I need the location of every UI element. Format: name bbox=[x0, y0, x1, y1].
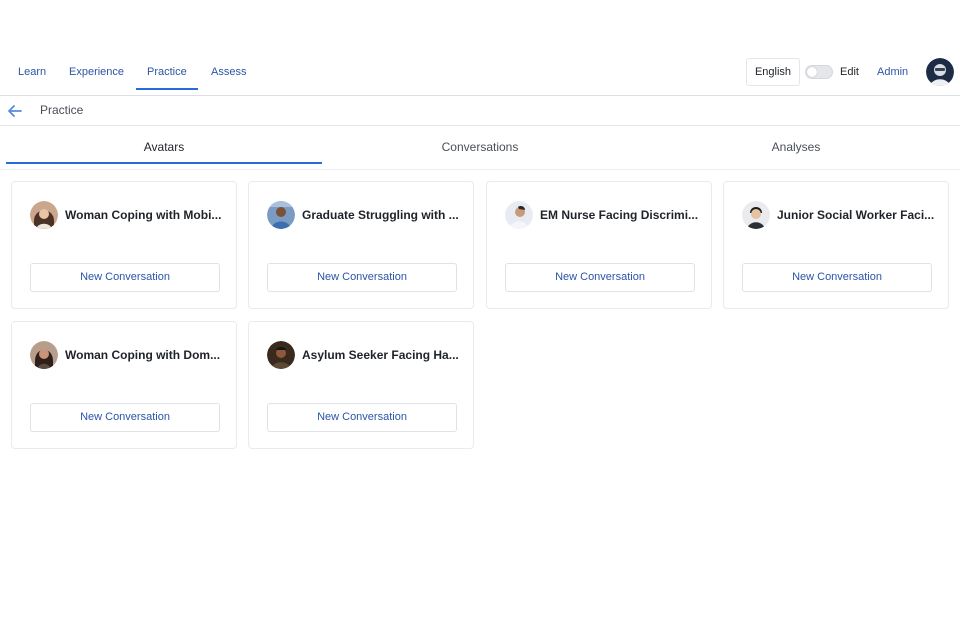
tab-bar: Avatars Conversations Analyses bbox=[0, 126, 960, 170]
admin-link[interactable]: Admin bbox=[877, 52, 908, 92]
avatar-card: Asylum Seeker Facing Ha... New Conversat… bbox=[248, 321, 474, 449]
nav-practice[interactable]: Practice bbox=[136, 52, 198, 90]
edit-toggle[interactable] bbox=[805, 65, 833, 79]
user-avatar[interactable] bbox=[926, 58, 954, 86]
avatar bbox=[30, 341, 58, 369]
tab-analyses[interactable]: Analyses bbox=[638, 126, 954, 164]
nav-experience[interactable]: Experience bbox=[69, 52, 124, 90]
avatar-card: Junior Social Worker Faci... New Convers… bbox=[723, 181, 949, 309]
edit-label: Edit bbox=[840, 66, 859, 78]
avatar-card: Woman Coping with Mobi... New Conversati… bbox=[11, 181, 237, 309]
avatar-name: Graduate Struggling with ... bbox=[302, 208, 459, 222]
tab-conversations[interactable]: Conversations bbox=[322, 126, 638, 164]
avatar-name: Junior Social Worker Faci... bbox=[777, 208, 935, 222]
avatar-card: Woman Coping with Dom... New Conversatio… bbox=[11, 321, 237, 449]
language-selector[interactable]: English bbox=[746, 58, 800, 86]
avatar-name: EM Nurse Facing Discrimi... bbox=[540, 208, 699, 222]
new-conversation-button[interactable]: New Conversation bbox=[30, 263, 220, 292]
top-navigation: Learn Experience Practice Assess English… bbox=[0, 52, 960, 96]
avatar bbox=[30, 201, 58, 229]
page-title: Practice bbox=[40, 103, 84, 117]
new-conversation-button[interactable]: New Conversation bbox=[267, 263, 457, 292]
new-conversation-button[interactable]: New Conversation bbox=[267, 403, 457, 432]
new-conversation-button[interactable]: New Conversation bbox=[742, 263, 932, 292]
avatar-name: Woman Coping with Mobi... bbox=[65, 208, 222, 222]
avatar bbox=[742, 201, 770, 229]
avatar bbox=[505, 201, 533, 229]
tab-avatars[interactable]: Avatars bbox=[6, 126, 322, 164]
toggle-knob bbox=[807, 67, 817, 77]
new-conversation-button[interactable]: New Conversation bbox=[505, 263, 695, 292]
nav-assess[interactable]: Assess bbox=[211, 52, 246, 90]
avatar bbox=[267, 201, 295, 229]
avatar-name: Asylum Seeker Facing Ha... bbox=[302, 348, 459, 362]
nav-learn[interactable]: Learn bbox=[18, 52, 46, 90]
breadcrumb: Practice bbox=[0, 96, 960, 126]
new-conversation-button[interactable]: New Conversation bbox=[30, 403, 220, 432]
avatar-name: Woman Coping with Dom... bbox=[65, 348, 221, 362]
arrow-left-icon[interactable] bbox=[6, 102, 24, 120]
avatar-card: Graduate Struggling with ... New Convers… bbox=[248, 181, 474, 309]
avatar-card: EM Nurse Facing Discrimi... New Conversa… bbox=[486, 181, 712, 309]
avatar bbox=[267, 341, 295, 369]
